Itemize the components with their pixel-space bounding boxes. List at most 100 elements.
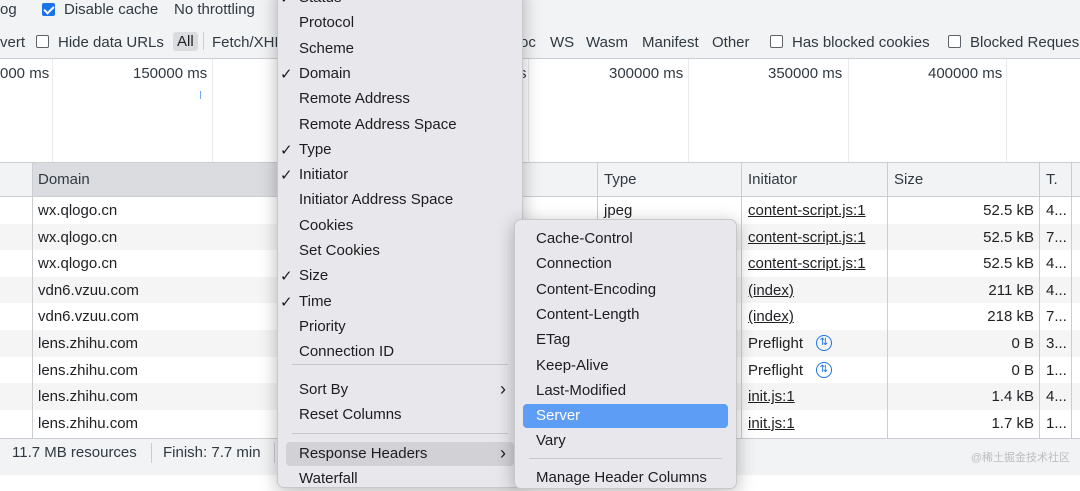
column-divider[interactable] — [1071, 163, 1072, 438]
header-domain[interactable]: Domain — [38, 171, 90, 188]
submenu-item-label: Keep-Alive — [536, 356, 609, 374]
submenu-item-vary[interactable]: Vary — [523, 429, 728, 453]
submenu-item-label: Server — [536, 407, 581, 425]
menu-item-label: Protocol — [299, 14, 355, 32]
cell-initiator[interactable]: (index) — [748, 308, 794, 325]
submenu-item-etag[interactable]: ETag — [523, 328, 728, 352]
menu-item-protocol[interactable]: Protocol — [286, 11, 514, 35]
filter-all-label: All — [177, 33, 194, 50]
filter-manifest[interactable]: Manifest — [642, 34, 699, 51]
menu-item-priority[interactable]: Priority — [286, 315, 514, 339]
filter-ws[interactable]: WS — [550, 34, 574, 51]
overview-timeline[interactable]: 000 ms 150000 ms s 300000 ms 350000 ms 4… — [0, 59, 1080, 163]
menu-item-time[interactable]: ✓ Time — [280, 290, 514, 314]
menu-item-status[interactable]: ✓ Status — [280, 0, 514, 10]
menu-item-set-cookies[interactable]: Set Cookies — [286, 239, 514, 263]
column-divider[interactable] — [887, 163, 888, 438]
blocked-cookies-label[interactable]: Has blocked cookies — [792, 34, 930, 51]
submenu-item-label: ETag — [536, 331, 571, 349]
menu-item-label: Size — [299, 267, 329, 285]
cell-domain: vdn6.vzuu.com — [38, 308, 139, 326]
submenu-item-content-length[interactable]: Content-Length — [523, 303, 728, 327]
overview-gridline — [1006, 59, 1007, 162]
menu-item-initiator-address-space[interactable]: Initiator Address Space — [286, 188, 514, 212]
blocked-requests-label[interactable]: Blocked Reques — [970, 34, 1079, 51]
cell-initiator: Preflight — [748, 361, 804, 379]
cell-initiator[interactable]: content-script.js:1 — [748, 202, 866, 219]
menu-item-cookies[interactable]: Cookies — [286, 214, 514, 238]
checkmark-icon: ✓ — [280, 65, 293, 83]
header-initiator[interactable]: Initiator — [748, 171, 797, 188]
menu-item-initiator[interactable]: ✓ Initiator — [280, 163, 514, 187]
menu-item-label: Priority — [299, 317, 346, 335]
menu-item-remote-address[interactable]: Remote Address — [286, 87, 514, 111]
menu-item-reset-columns[interactable]: Reset Columns — [286, 403, 514, 427]
invert-label[interactable]: vert — [0, 34, 25, 51]
chevron-right-icon: › — [500, 443, 506, 463]
column-divider[interactable] — [1039, 163, 1040, 438]
cell-domain: lens.zhihu.com — [38, 361, 139, 379]
throttling-select[interactable]: No throttling — [174, 1, 255, 18]
column-divider[interactable] — [741, 163, 742, 438]
overview-gridline — [528, 59, 529, 162]
menu-item-domain[interactable]: ✓ Domain — [280, 62, 514, 86]
header-type[interactable]: Type — [604, 171, 637, 188]
overview-request-mark — [200, 91, 201, 99]
header-time[interactable]: T. — [1046, 171, 1058, 188]
hide-data-urls-checkbox[interactable] — [36, 35, 49, 48]
submenu-item-connection[interactable]: Connection — [523, 252, 728, 276]
menu-item-label: Connection ID — [299, 343, 395, 361]
preflight-icon[interactable]: ⇅ — [816, 361, 832, 378]
header-size[interactable]: Size — [894, 171, 923, 188]
filter-other[interactable]: Other — [712, 34, 750, 51]
submenu-item-keep-alive[interactable]: Keep-Alive — [523, 354, 728, 378]
menu-item-connection-id[interactable]: Connection ID — [286, 340, 514, 364]
cell-domain: wx.qlogo.cn — [38, 202, 118, 219]
cell-size: 0 B — [1011, 361, 1034, 379]
hide-data-urls-label[interactable]: Hide data URLs — [58, 34, 164, 51]
checkmark-icon: ✓ — [280, 141, 293, 159]
column-divider[interactable] — [32, 163, 33, 438]
blocked-cookies-checkbox[interactable] — [770, 35, 783, 48]
menu-item-remote-address-space[interactable]: Remote Address Space — [286, 113, 514, 137]
menu-item-type[interactable]: ✓ Type — [280, 138, 514, 162]
preserve-log-label[interactable]: og — [0, 1, 17, 18]
menu-item-size[interactable]: ✓ Size — [280, 264, 514, 288]
preflight-icon[interactable]: ⇅ — [816, 335, 832, 351]
filter-wasm[interactable]: Wasm — [586, 34, 628, 51]
submenu-item-last-modified[interactable]: Last-Modified — [523, 379, 728, 403]
checkmark-icon: ✓ — [280, 167, 293, 185]
disable-cache-checkbox[interactable] — [42, 3, 55, 16]
menu-item-waterfall[interactable]: Waterfall — [286, 467, 514, 491]
menu-item-label: Cookies — [299, 216, 354, 234]
cell-initiator[interactable]: content-script.js:1 — [748, 229, 866, 246]
submenu-item-server[interactable]: Server — [523, 404, 728, 429]
menu-item-response-headers[interactable]: Response Headers › — [286, 442, 514, 466]
cell-time: 4... — [1046, 202, 1067, 219]
cell-domain: lens.zhihu.com — [38, 388, 139, 406]
disable-cache-label[interactable]: Disable cache — [64, 1, 158, 18]
menu-item-manage-header-columns[interactable]: Manage Header Columns — [523, 466, 728, 490]
submenu-item-cache-control[interactable]: Cache-Control — [523, 227, 728, 251]
cell-domain: lens.zhihu.com — [38, 335, 139, 352]
overview-tick: 150000 ms — [133, 65, 208, 82]
menu-item-sort-by[interactable]: Sort By › — [286, 378, 514, 402]
submenu-item-content-encoding[interactable]: Content-Encoding — [523, 278, 728, 302]
overview-gridline — [52, 59, 53, 162]
filter-all[interactable]: All — [173, 32, 198, 51]
blocked-requests-checkbox[interactable] — [948, 35, 961, 48]
filter-fetch-xhr[interactable]: Fetch/XHR — [212, 34, 285, 51]
submenu-item-label: Last-Modified — [536, 381, 627, 399]
cell-initiator[interactable]: content-script.js:1 — [748, 255, 866, 272]
cell-time: 1... — [1046, 361, 1067, 379]
menu-item-label: Remote Address — [299, 90, 410, 108]
menu-item-scheme[interactable]: Scheme — [286, 37, 514, 61]
overview-gridline — [688, 59, 689, 162]
cell-initiator[interactable]: init.js:1 — [748, 388, 795, 405]
cell-size: 52.5 kB — [983, 202, 1034, 219]
cell-initiator[interactable]: init.js:1 — [748, 415, 795, 432]
status-divider — [151, 443, 152, 463]
cell-initiator[interactable]: (index) — [748, 282, 794, 299]
overview-tick: 400000 ms — [928, 65, 1003, 82]
cell-size: 218 kB — [987, 308, 1034, 326]
